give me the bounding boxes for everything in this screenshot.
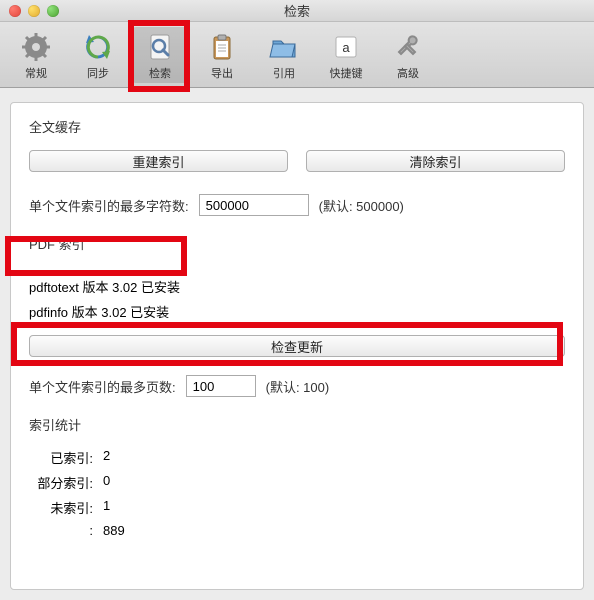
toolbar-search[interactable]: 检索: [132, 27, 188, 83]
clear-index-button[interactable]: 清除索引: [306, 150, 565, 172]
section-fulltext-cache: 全文缓存: [29, 117, 565, 136]
toolbar-shortcuts[interactable]: a 快捷键: [318, 27, 374, 83]
stat-partial-value: 0: [103, 473, 110, 492]
max-chars-label: 单个文件索引的最多字符数:: [29, 196, 189, 215]
settings-panel: 全文缓存 重建索引 清除索引 单个文件索引的最多字符数: (默认: 500000…: [10, 102, 584, 590]
max-pages-input[interactable]: [186, 375, 256, 397]
section-index-stats: 索引统计: [29, 415, 565, 434]
toolbar-label: 常规: [10, 65, 62, 81]
toolbar-label: 引用: [258, 65, 310, 81]
stat-unindexed-value: 1: [103, 498, 110, 517]
stat-more-label: :: [29, 523, 103, 538]
toolbar-sync[interactable]: 同步: [70, 27, 126, 83]
toolbar-label: 高级: [382, 65, 434, 81]
toolbar-export[interactable]: 导出: [194, 27, 250, 83]
toolbar-advanced[interactable]: 高级: [380, 27, 436, 83]
stat-unindexed-label: 未索引:: [29, 498, 103, 517]
max-pages-default: (默认: 100): [266, 377, 330, 396]
folder-icon: [268, 31, 300, 63]
titlebar: 检索: [0, 0, 594, 22]
rebuild-index-button[interactable]: 重建索引: [29, 150, 288, 172]
max-pages-label: 单个文件索引的最多页数:: [29, 377, 176, 396]
max-chars-default: (默认: 500000): [319, 196, 404, 215]
gear-icon: [20, 31, 52, 63]
content-area: 全文缓存 重建索引 清除索引 单个文件索引的最多字符数: (默认: 500000…: [0, 88, 594, 600]
toolbar-cite[interactable]: 引用: [256, 27, 312, 83]
stat-partial-label: 部分索引:: [29, 473, 103, 492]
section-pdf-index: PDF 索引: [29, 234, 565, 253]
stat-more-value: 889: [103, 523, 125, 538]
window-controls: [0, 5, 59, 17]
stat-indexed-label: 已索引:: [29, 448, 103, 467]
toolbar-label: 检索: [134, 65, 186, 81]
toolbar-general[interactable]: 常规: [8, 27, 64, 83]
zoom-window-button[interactable]: [47, 5, 59, 17]
stat-indexed-value: 2: [103, 448, 110, 467]
sync-icon: [82, 31, 114, 63]
minimize-window-button[interactable]: [28, 5, 40, 17]
toolbar-label: 导出: [196, 65, 248, 81]
window-title: 检索: [0, 1, 594, 20]
pdftotext-status: pdftotext 版本 3.02 已安装: [29, 277, 565, 296]
toolbar-label: 同步: [72, 65, 124, 81]
index-stats-block: 已索引: 2 部分索引: 0 未索引: 1 : 889: [29, 448, 565, 538]
close-window-button[interactable]: [9, 5, 21, 17]
clipboard-icon: [206, 31, 238, 63]
toolbar-label: 快捷键: [320, 65, 372, 81]
magnifier-document-icon: [144, 31, 176, 63]
pdfinfo-status: pdfinfo 版本 3.02 已安装: [29, 302, 565, 321]
svg-text:a: a: [342, 40, 350, 55]
toolbar: 常规 同步 检索: [0, 22, 594, 88]
preferences-window: 检索 常规: [0, 0, 594, 600]
tools-icon: [392, 31, 424, 63]
check-updates-button[interactable]: 检查更新: [29, 335, 565, 357]
letter-a-icon: a: [330, 31, 362, 63]
max-chars-input[interactable]: [199, 194, 309, 216]
